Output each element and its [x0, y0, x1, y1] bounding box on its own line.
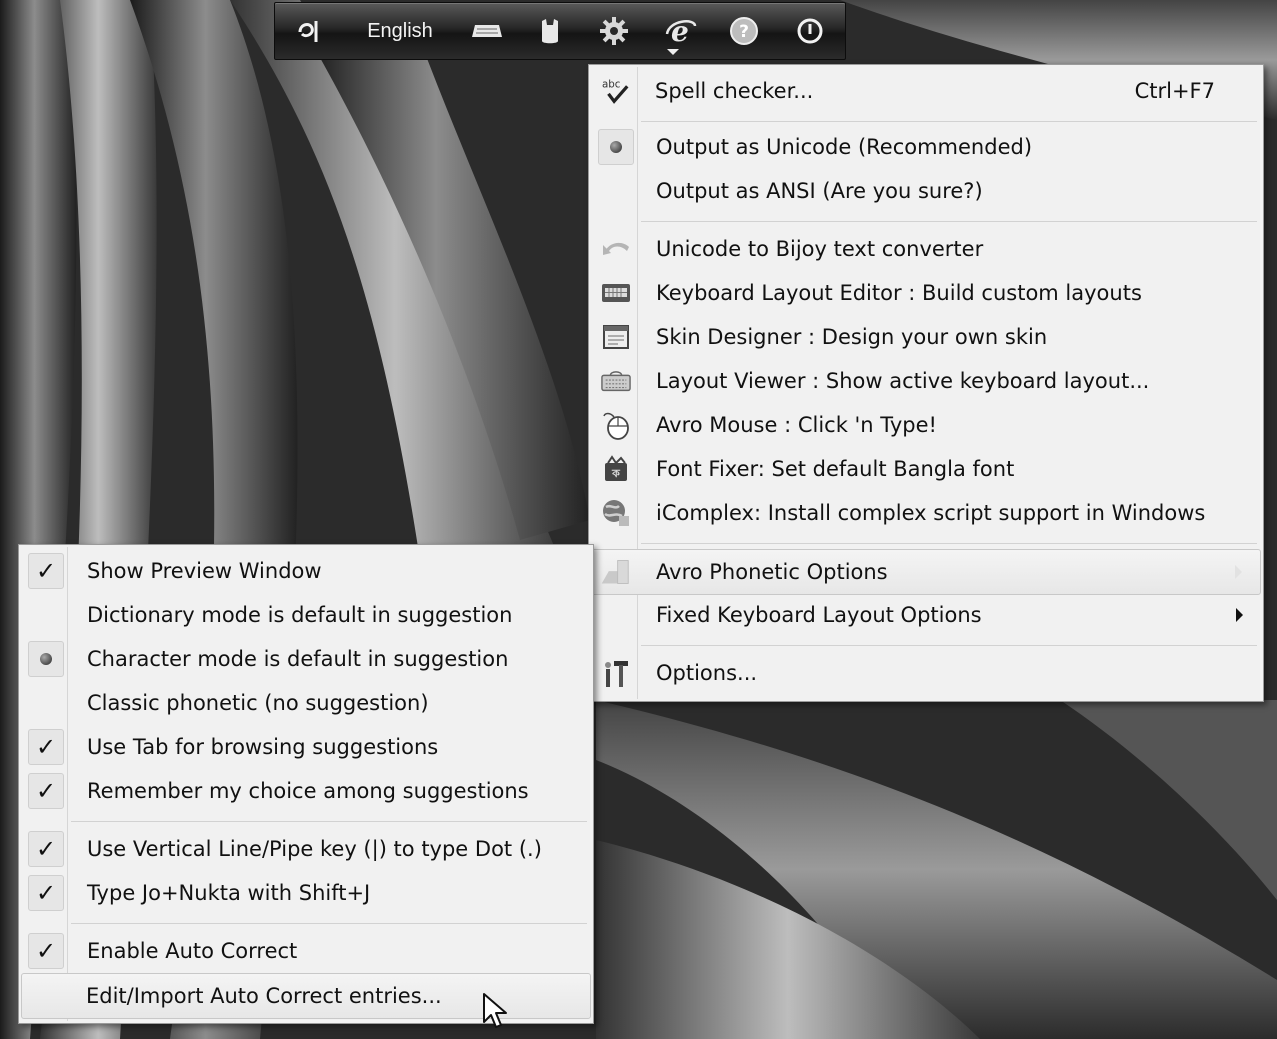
font-fixer-icon: ক [601, 454, 631, 484]
menu-separator [71, 821, 587, 822]
gear-icon[interactable] [597, 11, 631, 51]
avro-top-bar: English e ? [274, 2, 846, 60]
phonetic-icon [600, 557, 630, 587]
menu-item-label: Output as ANSI (Are you sure?) [656, 179, 983, 203]
menu-separator [641, 221, 1257, 222]
radio-selected-indicator [27, 640, 65, 678]
menu-item-label: Avro Phonetic Options [656, 560, 888, 584]
menu-item-label: Remember my choice among suggestions [87, 779, 529, 803]
menu-item-label: Layout Viewer : Show active keyboard lay… [656, 369, 1150, 393]
check-icon: ✓ [27, 932, 65, 970]
menu-item-character-mode[interactable]: Character mode is default in suggestion [21, 637, 591, 681]
radio-selected-indicator [597, 128, 635, 166]
menu-item-font-fixer[interactable]: ক Font Fixer: Set default Bangla font [591, 447, 1261, 491]
menu-item-label: Type Jo+Nukta with Shift+J [87, 881, 371, 905]
menu-item-label: Classic phonetic (no suggestion) [87, 691, 429, 715]
menu-item-spell-checker[interactable]: abc Spell checker... Ctrl+F7 [591, 67, 1261, 115]
menu-item-label: Spell checker... [655, 79, 814, 103]
menu-item-label: Use Vertical Line/Pipe key (|) to type D… [87, 837, 542, 861]
menu-item-fixed-keyboard-layout-options[interactable]: Fixed Keyboard Layout Options [591, 593, 1261, 637]
menu-item-remember-choice[interactable]: ✓ Remember my choice among suggestions [21, 769, 591, 813]
menu-item-shortcut: Ctrl+F7 [1134, 79, 1215, 103]
language-selector[interactable]: English [357, 11, 443, 51]
internet-explorer-icon[interactable]: e [663, 11, 699, 51]
submenu-arrow-icon [1235, 565, 1242, 579]
help-icon[interactable]: ? [727, 11, 761, 51]
menu-item-label: Unicode to Bijoy text converter [656, 237, 984, 261]
menu-item-label: Fixed Keyboard Layout Options [656, 603, 982, 627]
check-icon: ✓ [27, 874, 65, 912]
menu-item-classic-phonetic[interactable]: Classic phonetic (no suggestion) [21, 681, 591, 725]
menu-separator [641, 543, 1257, 544]
menu-item-avro-phonetic-options[interactable]: Avro Phonetic Options [591, 549, 1261, 595]
menu-item-label: Character mode is default in suggestion [87, 647, 509, 671]
svg-text:ক: ক [611, 467, 621, 480]
main-context-menu: abc Spell checker... Ctrl+F7 Output as U… [588, 64, 1264, 702]
menu-item-jo-nukta[interactable]: ✓ Type Jo+Nukta with Shift+J [21, 871, 591, 915]
menu-item-dictionary-mode[interactable]: Dictionary mode is default in suggestion [21, 593, 591, 637]
menu-item-label: Keyboard Layout Editor : Build custom la… [656, 281, 1142, 305]
mouse-icon [601, 410, 631, 440]
menu-separator [71, 923, 587, 924]
keyboard-icon [601, 278, 631, 308]
check-icon: ✓ [27, 728, 65, 766]
check-icon: ✓ [27, 552, 65, 590]
menu-item-label: Enable Auto Correct [87, 939, 298, 963]
language-label: English [367, 19, 433, 42]
menu-item-options[interactable]: Options... [591, 651, 1261, 695]
menu-separator [641, 121, 1257, 122]
menu-item-label: Options... [656, 661, 758, 685]
submenu-arrow-icon [1236, 608, 1243, 622]
menu-item-skin-designer[interactable]: Skin Designer : Design your own skin [591, 315, 1261, 359]
menu-item-output-ansi[interactable]: Output as ANSI (Are you sure?) [591, 169, 1261, 213]
tools-icon [601, 658, 631, 688]
keyboard-viewer-icon [601, 366, 631, 396]
menu-item-pipe-dot[interactable]: ✓ Use Vertical Line/Pipe key (|) to type… [21, 827, 591, 871]
keyboard-icon[interactable] [469, 11, 505, 51]
menu-item-label: Edit/Import Auto Correct entries... [86, 984, 442, 1008]
bangla-layout-icon[interactable] [293, 11, 327, 51]
spell-check-icon: abc [601, 76, 631, 106]
menu-item-tab-browsing[interactable]: ✓ Use Tab for browsing suggestions [21, 725, 591, 769]
menu-item-label: Use Tab for browsing suggestions [87, 735, 439, 759]
menu-item-label: Dictionary mode is default in suggestion [87, 603, 513, 627]
menu-separator [641, 645, 1257, 646]
menu-item-label: iComplex: Install complex script support… [656, 501, 1206, 525]
menu-item-label: Skin Designer : Design your own skin [656, 325, 1048, 349]
undo-arrow-icon [601, 234, 631, 264]
menu-item-icomplex[interactable]: iComplex: Install complex script support… [591, 491, 1261, 535]
svg-text:abc: abc [602, 78, 621, 90]
menu-item-output-unicode[interactable]: Output as Unicode (Recommended) [591, 125, 1261, 169]
mouse-icon[interactable] [533, 11, 567, 51]
globe-icon [601, 498, 631, 528]
phonetic-options-submenu: ✓ Show Preview Window Dictionary mode is… [18, 544, 594, 1024]
menu-item-avro-mouse[interactable]: Avro Mouse : Click 'n Type! [591, 403, 1261, 447]
menu-item-label: Show Preview Window [87, 559, 322, 583]
window-icon [601, 322, 631, 352]
exit-icon[interactable] [793, 11, 827, 51]
menu-item-keyboard-layout-editor[interactable]: Keyboard Layout Editor : Build custom la… [591, 271, 1261, 315]
menu-item-label: Avro Mouse : Click 'n Type! [656, 413, 937, 437]
menu-item-label: Font Fixer: Set default Bangla font [656, 457, 1015, 481]
svg-text:?: ? [739, 22, 749, 42]
menu-item-unicode-to-bijoy[interactable]: Unicode to Bijoy text converter [591, 227, 1261, 271]
menu-item-label: Output as Unicode (Recommended) [656, 135, 1033, 159]
menu-item-enable-auto-correct[interactable]: ✓ Enable Auto Correct [21, 929, 591, 973]
check-icon: ✓ [27, 772, 65, 810]
menu-item-show-preview-window[interactable]: ✓ Show Preview Window [21, 549, 591, 593]
menu-item-layout-viewer[interactable]: Layout Viewer : Show active keyboard lay… [591, 359, 1261, 403]
check-icon: ✓ [27, 830, 65, 868]
mouse-cursor-icon [483, 993, 507, 1028]
